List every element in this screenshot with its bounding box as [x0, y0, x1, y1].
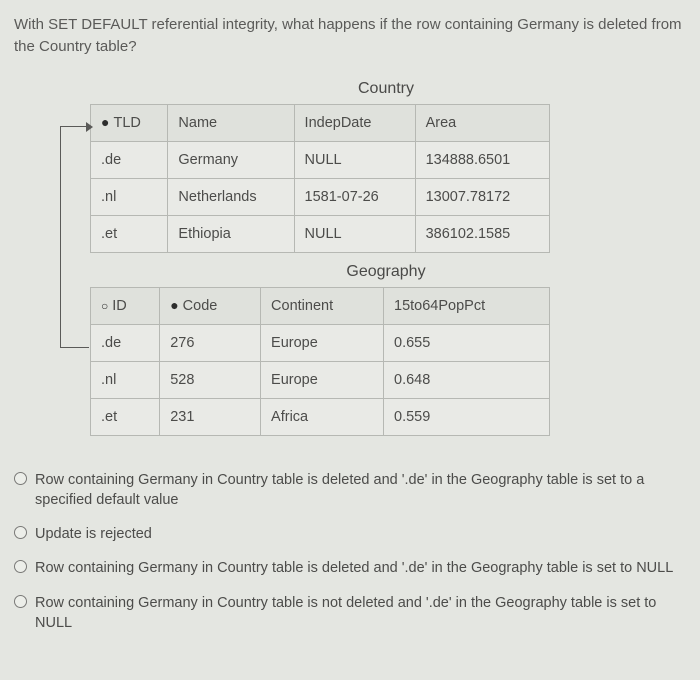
cell: Germany	[168, 141, 294, 178]
geography-col-code-label: Code	[183, 298, 218, 314]
connector-arrow-top	[86, 122, 93, 132]
cell: 0.648	[384, 361, 550, 398]
pk-dot-icon: ●	[170, 298, 178, 312]
cell: Europe	[261, 324, 384, 361]
option-4-text: Row containing Germany in Country table …	[35, 593, 682, 634]
table-row: .nl 528 Europe 0.648	[91, 361, 550, 398]
country-col-area: Area	[415, 104, 549, 141]
radio-icon[interactable]	[14, 526, 27, 539]
question-text: With SET DEFAULT referential integrity, …	[14, 14, 682, 58]
cell: .et	[91, 215, 168, 252]
cell: .nl	[91, 178, 168, 215]
cell: Europe	[261, 361, 384, 398]
cell: 0.559	[384, 398, 550, 435]
geography-col-code: ● Code	[160, 287, 261, 324]
cell: 13007.78172	[415, 178, 549, 215]
geography-col-id: ○ ID	[91, 287, 160, 324]
cell: 528	[160, 361, 261, 398]
geography-header-row: ○ ID ● Code Continent 15to64PopPct	[91, 287, 550, 324]
country-col-tld-label: TLD	[113, 115, 140, 131]
cell: NULL	[294, 141, 415, 178]
geography-col-poppct: 15to64PopPct	[384, 287, 550, 324]
table-row: .nl Netherlands 1581-07-26 13007.78172	[91, 178, 550, 215]
geography-table: ○ ID ● Code Continent 15to64PopPct .de 276…	[90, 287, 550, 436]
option-1[interactable]: Row containing Germany in Country table …	[14, 470, 682, 511]
option-2[interactable]: Update is rejected	[14, 524, 682, 544]
radio-icon[interactable]	[14, 595, 27, 608]
country-col-tld: ● TLD	[91, 104, 168, 141]
relationship-connector	[60, 126, 89, 348]
cell: 1581-07-26	[294, 178, 415, 215]
country-table-title: Country	[90, 80, 682, 98]
table-row: .et Ethiopia NULL 386102.1585	[91, 215, 550, 252]
table-row: .de 276 Europe 0.655	[91, 324, 550, 361]
cell: 386102.1585	[415, 215, 549, 252]
option-1-text: Row containing Germany in Country table …	[35, 470, 682, 511]
fk-circle-icon: ○	[101, 300, 108, 312]
tables-container: Country ● TLD Name IndepDate Area .de Ger…	[90, 80, 682, 436]
pk-dot-icon: ●	[101, 115, 109, 129]
answer-options: Row containing Germany in Country table …	[14, 470, 682, 634]
table-row: .de Germany NULL 134888.6501	[91, 141, 550, 178]
cell: 0.655	[384, 324, 550, 361]
cell: 231	[160, 398, 261, 435]
country-header-row: ● TLD Name IndepDate Area	[91, 104, 550, 141]
option-2-text: Update is rejected	[35, 524, 682, 544]
option-3-text: Row containing Germany in Country table …	[35, 558, 682, 578]
table-row: .et 231 Africa 0.559	[91, 398, 550, 435]
option-4[interactable]: Row containing Germany in Country table …	[14, 593, 682, 634]
cell: Ethiopia	[168, 215, 294, 252]
cell: .nl	[91, 361, 160, 398]
cell: NULL	[294, 215, 415, 252]
cell: 134888.6501	[415, 141, 549, 178]
radio-icon[interactable]	[14, 472, 27, 485]
country-col-indepdate: IndepDate	[294, 104, 415, 141]
option-3[interactable]: Row containing Germany in Country table …	[14, 558, 682, 578]
cell: Netherlands	[168, 178, 294, 215]
cell: .et	[91, 398, 160, 435]
country-table: ● TLD Name IndepDate Area .de Germany NUL…	[90, 104, 550, 253]
radio-icon[interactable]	[14, 560, 27, 573]
cell: .de	[91, 141, 168, 178]
geography-table-title: Geography	[90, 263, 682, 281]
geography-col-continent: Continent	[261, 287, 384, 324]
geography-col-id-label: ID	[112, 298, 127, 314]
cell: 276	[160, 324, 261, 361]
cell: .de	[91, 324, 160, 361]
cell: Africa	[261, 398, 384, 435]
country-col-name: Name	[168, 104, 294, 141]
